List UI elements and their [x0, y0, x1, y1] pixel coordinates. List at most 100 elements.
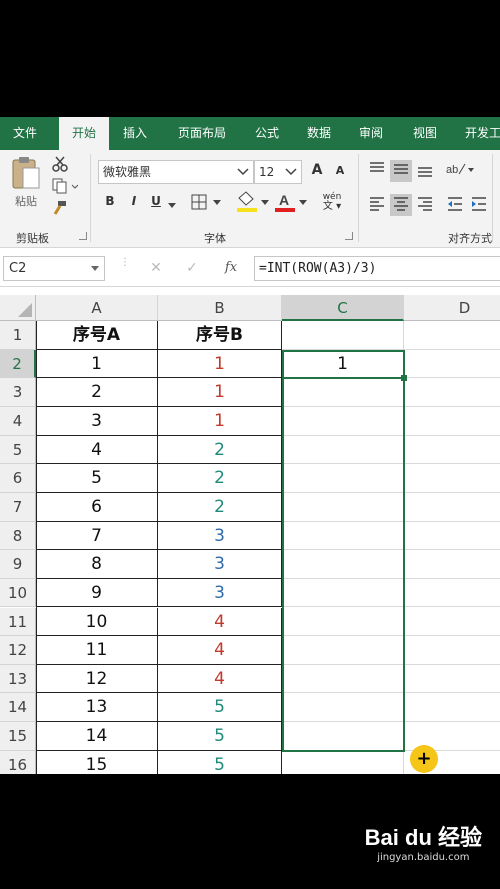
formula-input[interactable]: =INT(ROW(A3)/3): [254, 256, 500, 281]
cell-b7[interactable]: 2: [158, 492, 282, 522]
cell-a12[interactable]: 11: [36, 636, 158, 665]
cell-b5[interactable]: 2: [158, 435, 282, 465]
cell-c14[interactable]: [282, 693, 404, 723]
cell-c8[interactable]: [282, 521, 404, 551]
font-color-button[interactable]: A: [272, 190, 308, 216]
tab-data[interactable]: 数据: [298, 117, 340, 150]
cut-button[interactable]: [50, 156, 70, 174]
row-header[interactable]: 6: [0, 464, 36, 493]
cell-a2[interactable]: 1: [36, 349, 158, 379]
paste-button[interactable]: 粘贴: [8, 156, 44, 210]
row-header[interactable]: 3: [0, 378, 36, 407]
row-header[interactable]: 9: [0, 550, 36, 579]
cell-d11[interactable]: [404, 608, 500, 637]
cell-a9[interactable]: 8: [36, 550, 158, 579]
cell-a15[interactable]: 14: [36, 722, 158, 751]
cell-d1[interactable]: [404, 321, 500, 350]
italic-button[interactable]: I: [126, 194, 142, 214]
cell-b4[interactable]: 1: [158, 406, 282, 436]
cell-d13[interactable]: [404, 665, 500, 694]
cell-b8[interactable]: 3: [158, 521, 282, 551]
cell-c11[interactable]: [282, 607, 404, 637]
cell-b9[interactable]: 3: [158, 550, 282, 579]
insert-function-button[interactable]: fx: [220, 258, 242, 278]
cell-b1[interactable]: 序号B: [158, 321, 282, 350]
cell-d4[interactable]: [404, 407, 500, 436]
column-header-c[interactable]: C: [282, 295, 404, 321]
column-header-d[interactable]: D: [404, 295, 500, 321]
tab-file[interactable]: 文件: [0, 117, 50, 150]
cell-c16[interactable]: [282, 750, 404, 774]
select-all-button[interactable]: [0, 295, 36, 321]
decrease-indent-button[interactable]: [444, 194, 466, 216]
enter-button[interactable]: ✓: [182, 258, 202, 278]
align-middle-button[interactable]: [390, 160, 412, 182]
align-top-button[interactable]: [366, 160, 388, 182]
orientation-button[interactable]: ab: [444, 160, 476, 182]
row-header[interactable]: 8: [0, 521, 36, 551]
cell-b11[interactable]: 4: [158, 607, 282, 637]
cell-d2[interactable]: [404, 350, 500, 379]
row-header[interactable]: 11: [0, 607, 36, 637]
row-header[interactable]: 1: [0, 321, 36, 350]
cell-a6[interactable]: 5: [36, 464, 158, 493]
align-center-button[interactable]: [390, 194, 412, 216]
copy-button[interactable]: [50, 178, 80, 196]
tab-view[interactable]: 视图: [402, 117, 448, 150]
tab-insert[interactable]: 插入: [112, 117, 158, 150]
cell-d8[interactable]: [404, 522, 500, 551]
clipboard-launcher-icon[interactable]: [79, 232, 87, 240]
cell-d6[interactable]: [404, 464, 500, 493]
underline-button[interactable]: U: [148, 194, 164, 214]
name-box[interactable]: C2: [3, 256, 105, 281]
cell-d7[interactable]: [404, 493, 500, 522]
decrease-font-button[interactable]: A: [332, 164, 348, 182]
cancel-button[interactable]: ✕: [146, 258, 166, 278]
underline-dropdown[interactable]: [166, 198, 178, 212]
cell-c5[interactable]: [282, 435, 404, 465]
cell-a4[interactable]: 3: [36, 406, 158, 436]
tab-home[interactable]: 开始: [59, 117, 109, 150]
fill-color-button[interactable]: [234, 190, 270, 216]
cell-b12[interactable]: 4: [158, 636, 282, 665]
cell-c2[interactable]: 1: [282, 349, 404, 379]
row-header[interactable]: 16: [0, 750, 36, 774]
cell-c1[interactable]: [282, 321, 404, 350]
align-bottom-button[interactable]: [414, 160, 436, 182]
cell-a10[interactable]: 9: [36, 578, 158, 608]
cell-b13[interactable]: 4: [158, 664, 282, 694]
cell-c9[interactable]: [282, 550, 404, 579]
row-header[interactable]: 12: [0, 636, 36, 665]
tab-page-layout[interactable]: 页面布局: [168, 117, 236, 150]
row-header[interactable]: 10: [0, 578, 36, 608]
cell-d5[interactable]: [404, 436, 500, 465]
cell-a1[interactable]: 序号A: [36, 321, 158, 350]
cell-a11[interactable]: 10: [36, 607, 158, 637]
cell-a14[interactable]: 13: [36, 693, 158, 723]
increase-font-button[interactable]: A: [308, 162, 326, 182]
row-header[interactable]: 15: [0, 722, 36, 751]
row-header[interactable]: 7: [0, 492, 36, 522]
cell-b2[interactable]: 1: [158, 349, 282, 379]
cell-c7[interactable]: [282, 492, 404, 522]
row-header[interactable]: 14: [0, 693, 36, 723]
align-right-button[interactable]: [414, 194, 436, 216]
cell-c6[interactable]: [282, 464, 404, 493]
cell-c12[interactable]: [282, 636, 404, 665]
column-header-b[interactable]: B: [158, 295, 282, 321]
cell-d14[interactable]: [404, 693, 500, 723]
cell-d10[interactable]: [404, 579, 500, 608]
cell-b15[interactable]: 5: [158, 722, 282, 751]
row-header[interactable]: 5: [0, 435, 36, 465]
bold-button[interactable]: B: [102, 194, 118, 214]
cell-a16[interactable]: 15: [36, 750, 158, 774]
cell-c4[interactable]: [282, 406, 404, 436]
cell-d3[interactable]: [404, 378, 500, 407]
fill-handle[interactable]: [401, 375, 407, 382]
drag-handle[interactable]: ⋮: [120, 258, 130, 276]
cell-a7[interactable]: 6: [36, 492, 158, 522]
font-launcher-icon[interactable]: [345, 232, 353, 240]
font-size-select[interactable]: 12: [254, 160, 302, 184]
cell-a13[interactable]: 12: [36, 664, 158, 694]
cell-b16[interactable]: 5: [158, 750, 282, 774]
